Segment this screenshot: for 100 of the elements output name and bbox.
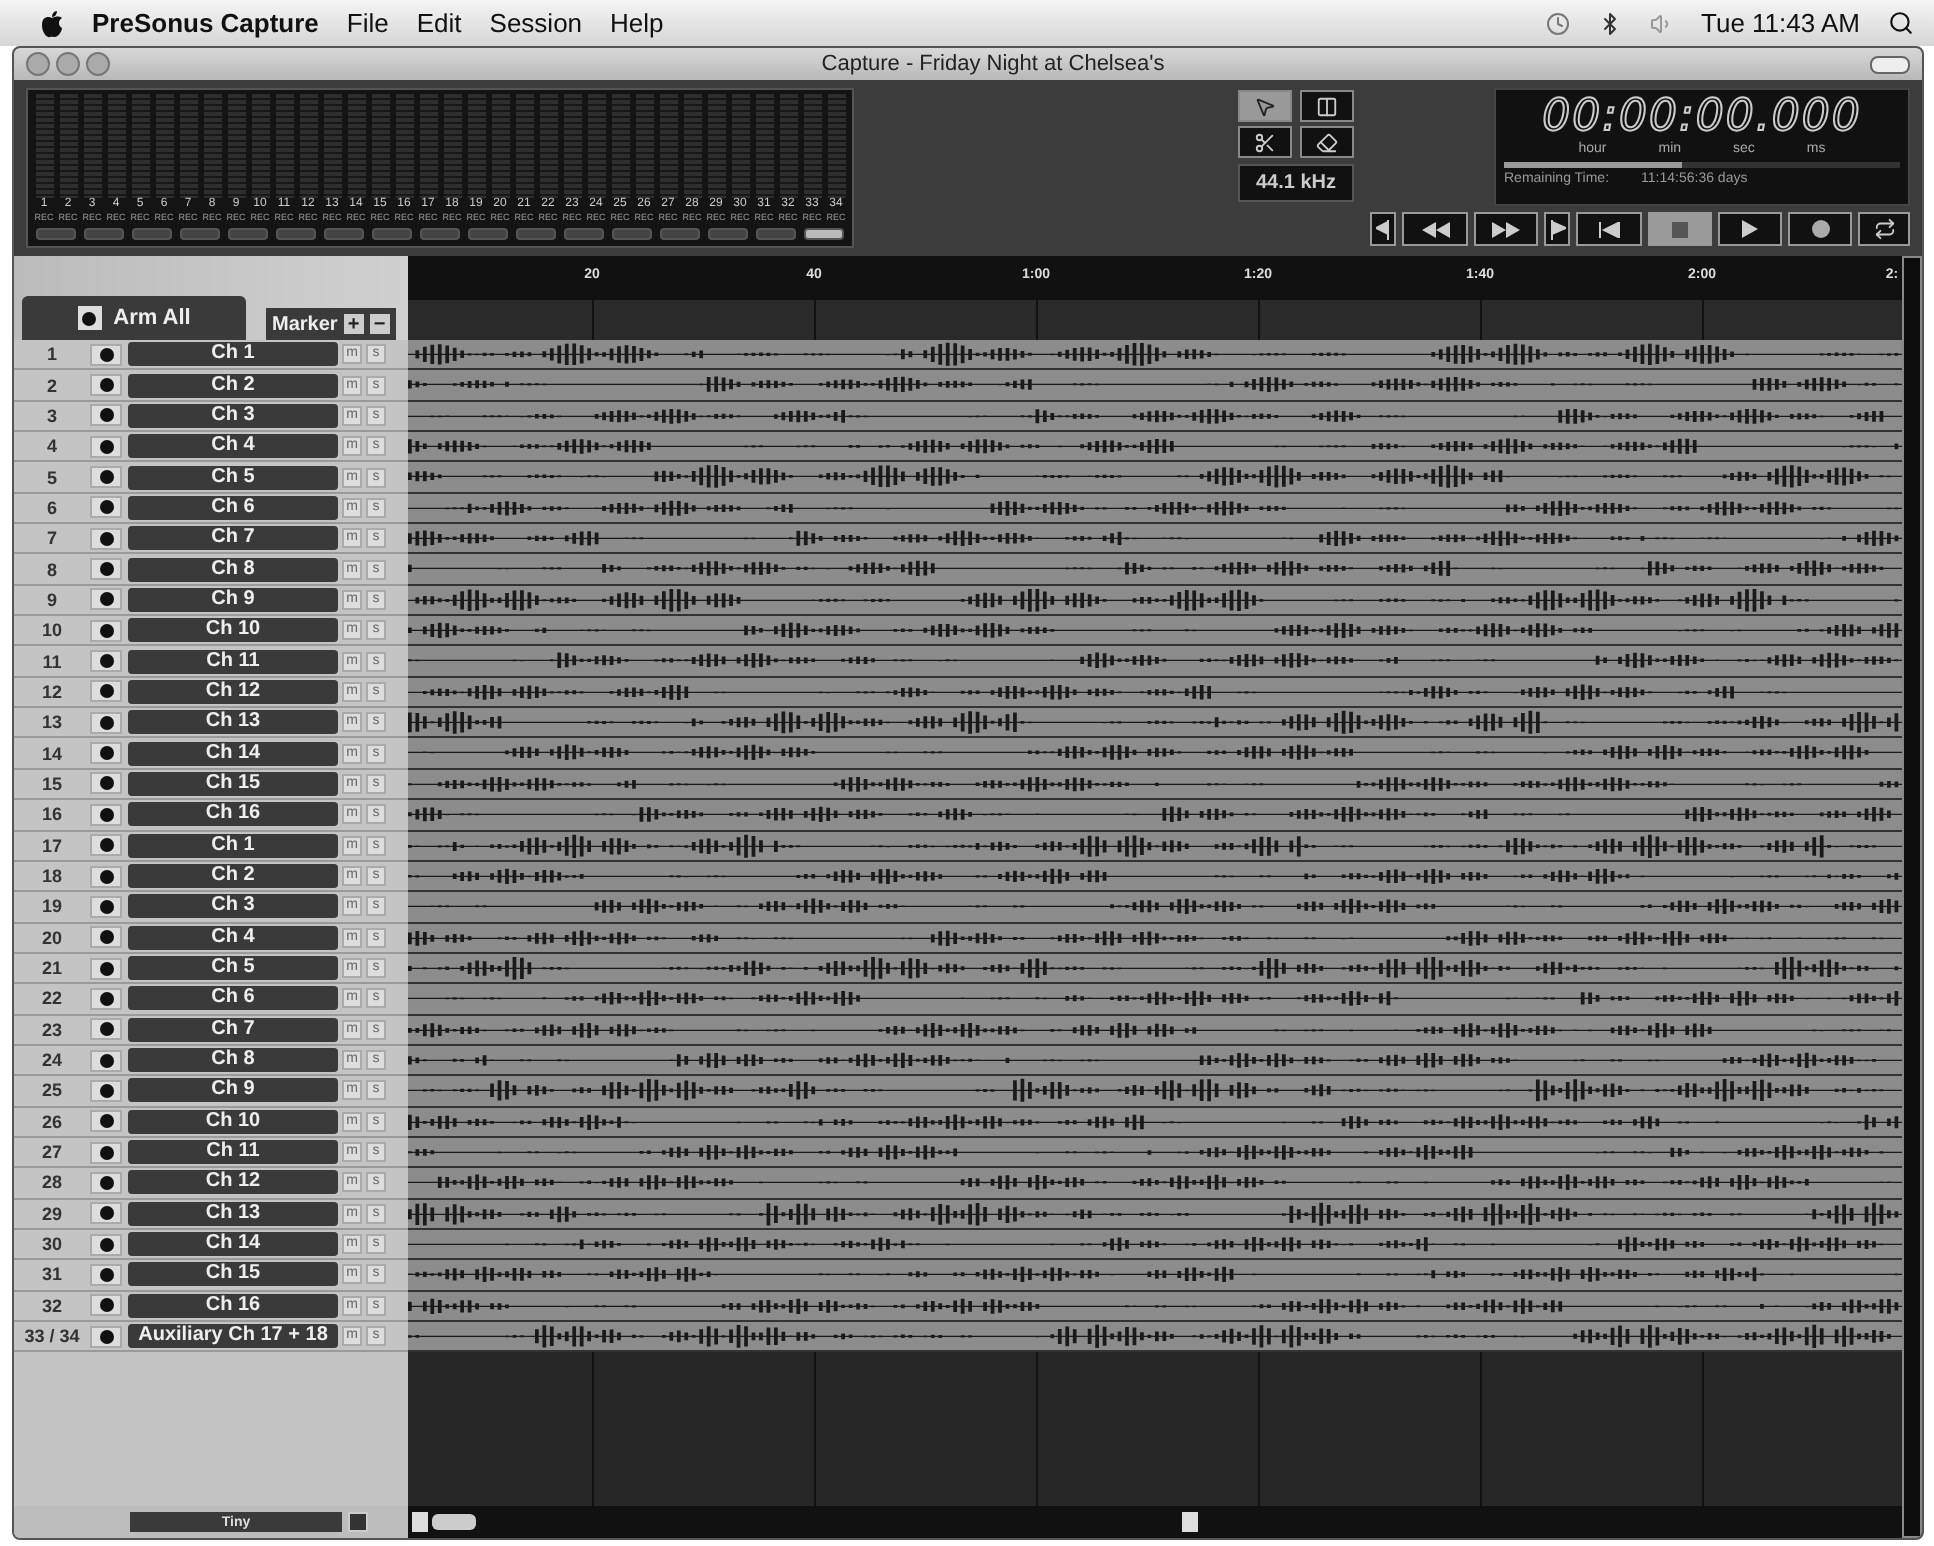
record-arm-button[interactable] — [90, 619, 122, 642]
record-arm-button[interactable] — [90, 404, 122, 427]
transport-button[interactable] — [1402, 212, 1468, 246]
track-name[interactable]: Ch 5 — [128, 956, 338, 981]
track-name[interactable]: Ch 2 — [128, 373, 338, 398]
scroll-right-button[interactable] — [1181, 1512, 1197, 1532]
transport-button[interactable] — [1788, 212, 1853, 246]
track-name[interactable]: Ch 6 — [128, 986, 338, 1011]
record-arm-button[interactable] — [90, 466, 122, 489]
track-name[interactable]: Ch 4 — [128, 434, 338, 459]
track-name[interactable]: Ch 3 — [128, 894, 338, 919]
record-arm-button[interactable] — [90, 1141, 122, 1164]
track-name[interactable]: Ch 10 — [128, 1109, 338, 1134]
record-arm-button[interactable] — [90, 1018, 122, 1041]
record-arm-button[interactable] — [90, 1110, 122, 1133]
track-name[interactable]: Ch 14 — [128, 741, 338, 766]
toolbar-toggle-button[interactable] — [1870, 55, 1910, 73]
record-arm-button[interactable] — [90, 558, 122, 581]
record-arm-button[interactable] — [90, 865, 122, 888]
arm-all-button[interactable]: Arm All — [22, 296, 246, 340]
record-arm-button[interactable] — [90, 1325, 122, 1348]
track-name[interactable]: Ch 10 — [128, 618, 338, 643]
track-name[interactable]: Ch 15 — [128, 771, 338, 796]
record-arm-button[interactable] — [90, 374, 122, 397]
record-arm-button[interactable] — [90, 1171, 122, 1194]
track-name[interactable]: Ch 13 — [128, 1201, 338, 1226]
track-name[interactable]: Ch 16 — [128, 1293, 338, 1318]
track-name[interactable]: Ch 1 — [128, 342, 338, 367]
record-arm-button[interactable] — [90, 987, 122, 1010]
record-arm-button[interactable] — [90, 435, 122, 458]
tool-button[interactable] — [1300, 90, 1354, 122]
record-arm-button[interactable] — [90, 1079, 122, 1102]
marker-lane[interactable] — [408, 300, 1902, 340]
record-arm-button[interactable] — [90, 1049, 122, 1072]
record-arm-button[interactable] — [90, 1263, 122, 1286]
record-arm-button[interactable] — [90, 926, 122, 949]
track-name[interactable]: Ch 11 — [128, 1140, 338, 1165]
record-arm-button[interactable] — [90, 650, 122, 673]
record-arm-button[interactable] — [90, 1202, 122, 1225]
record-arm-button[interactable] — [90, 496, 122, 519]
track-name[interactable]: Ch 12 — [128, 679, 338, 704]
transport-button[interactable] — [1473, 212, 1538, 246]
menu-item[interactable]: Session — [489, 8, 583, 38]
add-marker-button[interactable]: + — [343, 314, 364, 334]
pair-button[interactable] — [804, 228, 844, 240]
search-icon[interactable] — [1888, 10, 1914, 36]
record-arm-button[interactable] — [90, 803, 122, 826]
remove-marker-button[interactable]: − — [369, 314, 390, 334]
menu-item[interactable]: Edit — [416, 8, 462, 38]
track-number: 11 — [40, 651, 64, 672]
track-name[interactable]: Ch 8 — [128, 557, 338, 582]
tool-button[interactable] — [1238, 90, 1292, 122]
track-name[interactable]: Ch 14 — [128, 1232, 338, 1257]
record-arm-button[interactable] — [90, 1294, 122, 1317]
transport-button[interactable] — [1858, 212, 1911, 246]
track-name[interactable]: Ch 4 — [128, 925, 338, 950]
record-arm-button[interactable] — [90, 680, 122, 703]
track-name[interactable]: Ch 1 — [128, 833, 338, 858]
zoom-button[interactable] — [86, 52, 110, 76]
track-name[interactable]: Ch 2 — [128, 864, 338, 889]
record-arm-button[interactable] — [90, 742, 122, 765]
menu-item[interactable]: Help — [610, 8, 664, 38]
record-arm-button[interactable] — [90, 772, 122, 795]
track-name[interactable]: Ch 8 — [128, 1048, 338, 1073]
track-name[interactable]: Ch 11 — [128, 649, 338, 674]
track-name[interactable]: Ch 12 — [128, 1170, 338, 1195]
record-arm-button[interactable] — [90, 711, 122, 734]
track-name[interactable]: Ch 7 — [128, 1017, 338, 1042]
transport-button[interactable] — [1576, 212, 1642, 246]
track-name[interactable]: Ch 9 — [128, 587, 338, 612]
tool-button[interactable] — [1300, 126, 1354, 158]
minimize-button[interactable] — [56, 52, 80, 76]
track-name[interactable]: Ch 5 — [128, 465, 338, 490]
transport-button[interactable] — [1717, 212, 1783, 246]
track-name[interactable]: Ch 3 — [128, 403, 338, 428]
transport-button[interactable] — [1370, 212, 1397, 246]
scroll-thumb[interactable] — [432, 1514, 476, 1530]
close-button[interactable] — [26, 52, 50, 76]
record-arm-button[interactable] — [90, 957, 122, 980]
record-arm-button[interactable] — [90, 834, 122, 857]
clock-text[interactable]: Tue 11:43 AM — [1701, 8, 1860, 38]
transport-button[interactable] — [1543, 212, 1571, 246]
clock-icon[interactable] — [1545, 11, 1569, 35]
track-name[interactable]: Ch 9 — [128, 1078, 338, 1103]
app-menu[interactable]: PreSonus Capture — [92, 8, 319, 38]
menu-item[interactable]: File — [346, 8, 389, 38]
record-arm-button[interactable] — [90, 1233, 122, 1256]
record-arm-button[interactable] — [90, 527, 122, 550]
track-name[interactable]: Ch 6 — [128, 495, 338, 520]
track-name[interactable]: Ch 13 — [128, 710, 338, 735]
record-arm-button[interactable] — [90, 343, 122, 366]
record-arm-button[interactable] — [90, 588, 122, 611]
record-arm-button[interactable] — [90, 895, 122, 918]
tool-button[interactable] — [1238, 126, 1292, 158]
size-toggle-button[interactable] — [348, 1512, 368, 1532]
track-name[interactable]: Ch 7 — [128, 526, 338, 551]
track-name[interactable]: Ch 16 — [128, 802, 338, 827]
track-name[interactable]: Ch 15 — [128, 1262, 338, 1287]
track-name[interactable]: Auxiliary Ch 17 + 18 — [128, 1324, 338, 1349]
vertical-scrollbar[interactable] — [1902, 256, 1922, 1538]
